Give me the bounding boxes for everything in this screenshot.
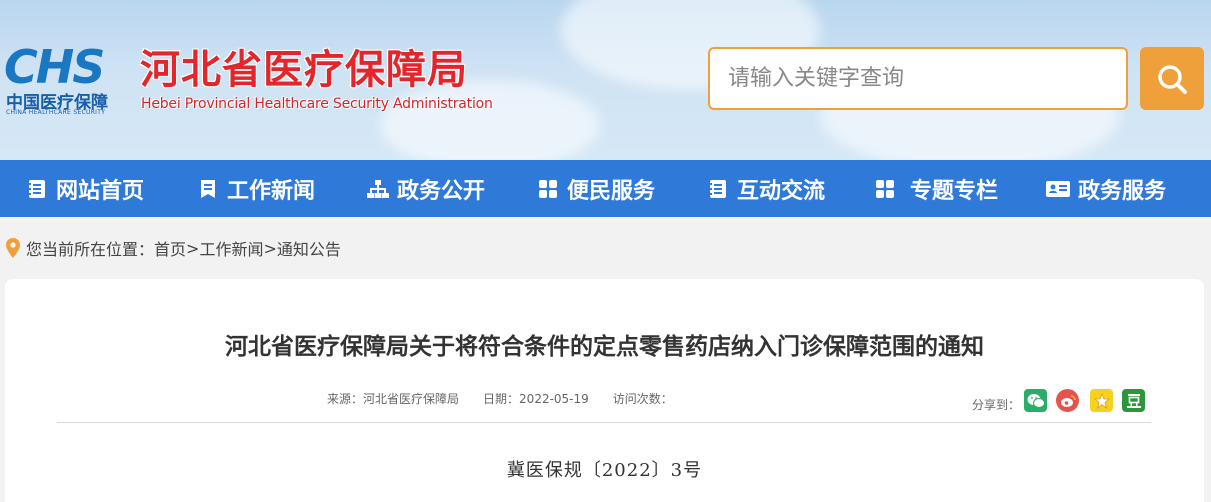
divider [57,422,1151,423]
logo-mark-text: CHS [4,40,105,94]
article-visits: 访问次数： [613,390,673,407]
sitemap-icon [367,178,389,200]
source-value: 河北省医疗保障局 [363,392,460,406]
nav-item-label: 政务公开 [397,178,486,204]
douban-icon[interactable] [1122,389,1145,412]
article-source: 来源：河北省医疗保障局 [327,390,459,407]
share-label: 分享到： [972,398,1021,412]
visits-label: 访问次数： [612,392,673,406]
nav-item-label: 专题专栏 [910,178,999,204]
nav-item-services[interactable]: 便民服务 [537,160,655,217]
date-label: 日期： [483,392,520,406]
breadcrumb-separator: > [186,238,200,258]
document-number: 冀医保规〔2022〕3号 [506,460,703,481]
breadcrumb-news[interactable]: 工作新闻 [199,236,263,260]
article-date: 日期：2022-05-19 [483,390,589,407]
document-icon [26,178,48,200]
nav-item-label: 工作新闻 [227,178,316,204]
chs-logo[interactable]: CHS 中国医疗保障 CHINA HEALTHCARE SECURITY [4,44,116,122]
nav-item-label: 网站首页 [56,178,145,204]
document-icon [707,178,729,200]
weibo-icon[interactable] [1056,389,1079,412]
site-title-en: Hebei Provincial Healthcare Security Adm… [141,96,493,112]
location-pin-icon [6,238,20,258]
nav-item-news[interactable]: 工作新闻 [197,160,315,217]
site-title[interactable]: 河北省医疗保障局 [140,47,468,93]
breadcrumb-notices[interactable]: 通知公告 [277,236,341,260]
grid-icon [874,178,896,200]
nav-item-home[interactable]: 网站首页 [26,160,144,217]
id-card-icon [1046,178,1070,200]
breadcrumb-separator: > [263,238,277,258]
site-header: CHS 中国医疗保障 CHINA HEALTHCARE SECURITY 河北省… [0,0,1211,160]
wechat-icon[interactable] [1024,389,1047,412]
search-input[interactable] [708,47,1128,110]
bookmark-doc-icon [197,178,219,200]
main-nav: 网站首页 工作新闻 政务公开 便民服务 互动交流 专题专栏 政务服务 [0,160,1211,217]
breadcrumb: 您当前所在位置： 首页 > 工作新闻 > 通知公告 [6,234,341,262]
nav-item-label: 便民服务 [567,178,656,204]
breadcrumb-prefix: 您当前所在位置： [26,240,155,259]
nav-item-interaction[interactable]: 互动交流 [707,160,825,217]
article-title: 河北省医疗保障局关于将符合条件的定点零售药店纳入门诊保障范围的通知 [225,334,984,360]
logo-en-text: CHINA HEALTHCARE SECURITY [6,109,106,116]
nav-item-topics[interactable]: 专题专栏 [874,160,998,217]
nav-item-label: 互动交流 [737,178,826,204]
date-value: 2022-05-19 [519,392,589,406]
nav-item-label: 政务服务 [1078,178,1167,204]
source-label: 来源： [327,392,364,406]
grid-icon [537,178,559,200]
search-button[interactable] [1140,47,1204,110]
breadcrumb-home[interactable]: 首页 [154,236,186,260]
search-icon [1158,64,1187,94]
qzone-icon[interactable] [1090,389,1113,412]
nav-item-gov-services[interactable]: 政务服务 [1046,160,1166,217]
article-meta: 来源：河北省医疗保障局 日期：2022-05-19 访问次数： [327,390,697,407]
article-card: 河北省医疗保障局关于将符合条件的定点零售药店纳入门诊保障范围的通知 来源：河北省… [5,279,1204,502]
nav-item-gov-affairs[interactable]: 政务公开 [367,160,485,217]
